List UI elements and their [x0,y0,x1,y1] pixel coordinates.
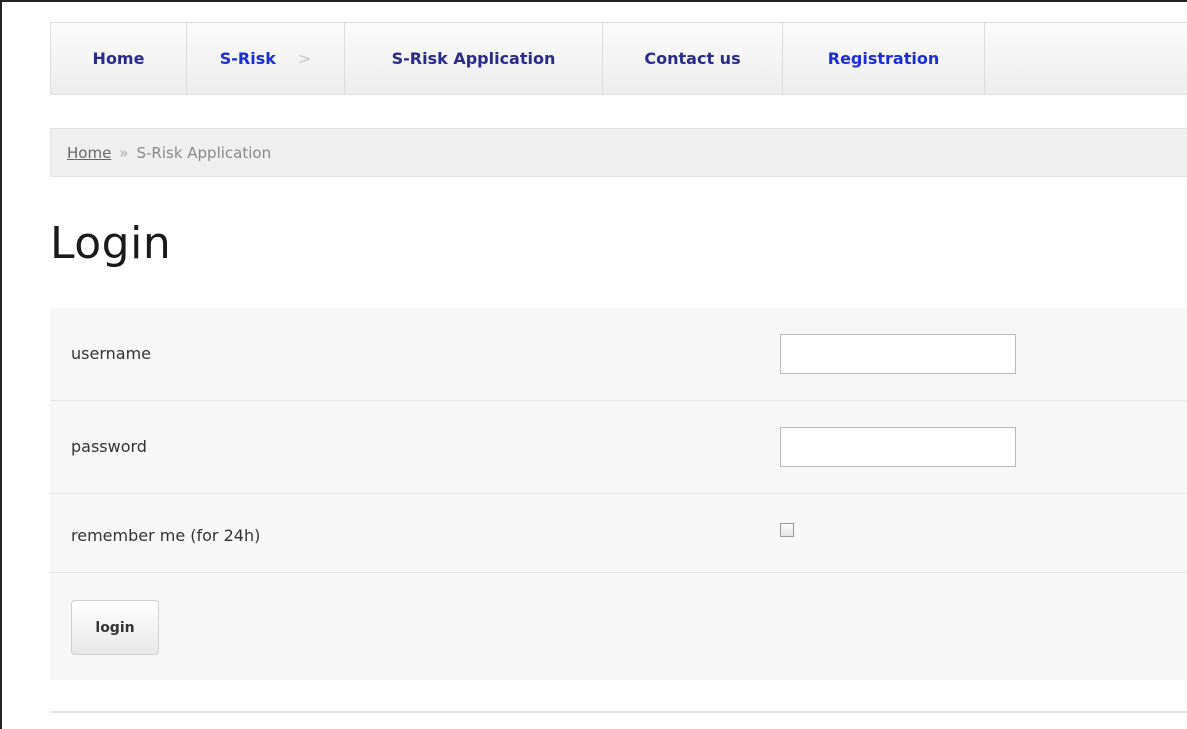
nav-item-label: S-Risk Application [391,49,556,68]
nav-item-registration[interactable]: Registration [783,23,985,94]
page-title: Login [50,218,172,269]
username-row: username [50,308,1187,401]
password-label: password [71,437,147,456]
main-nav: Home S-Risk > S-Risk Application Contact… [50,22,1187,95]
nav-item-label: Registration [827,49,940,68]
breadcrumb: Home » S-Risk Application [50,128,1187,177]
password-row: password [50,401,1187,494]
login-form: username password remember me (for 24h) … [50,308,1187,680]
remember-row: remember me (for 24h) [50,494,1187,573]
nav-item-label: Home [92,49,145,68]
nav-item-label: Contact us [644,49,741,68]
nav-item-home[interactable]: Home [51,23,187,94]
breadcrumb-separator: » [119,143,129,162]
nav-item-s-risk-application[interactable]: S-Risk Application [345,23,603,94]
nav-item-s-risk[interactable]: S-Risk > [187,23,345,94]
username-input[interactable] [780,334,1016,374]
chevron-right-icon: > [297,49,312,68]
remember-label: remember me (for 24h) [71,526,261,545]
nav-item-contact-us[interactable]: Contact us [603,23,783,94]
breadcrumb-home-link[interactable]: Home [67,144,111,162]
password-input[interactable] [780,427,1016,467]
breadcrumb-current: S-Risk Application [136,143,272,162]
remember-me-checkbox[interactable] [780,523,794,537]
login-button[interactable]: login [71,600,159,655]
divider [50,711,1187,713]
username-label: username [71,344,151,363]
nav-item-label: S-Risk [219,49,276,68]
submit-row: login [50,573,1187,680]
